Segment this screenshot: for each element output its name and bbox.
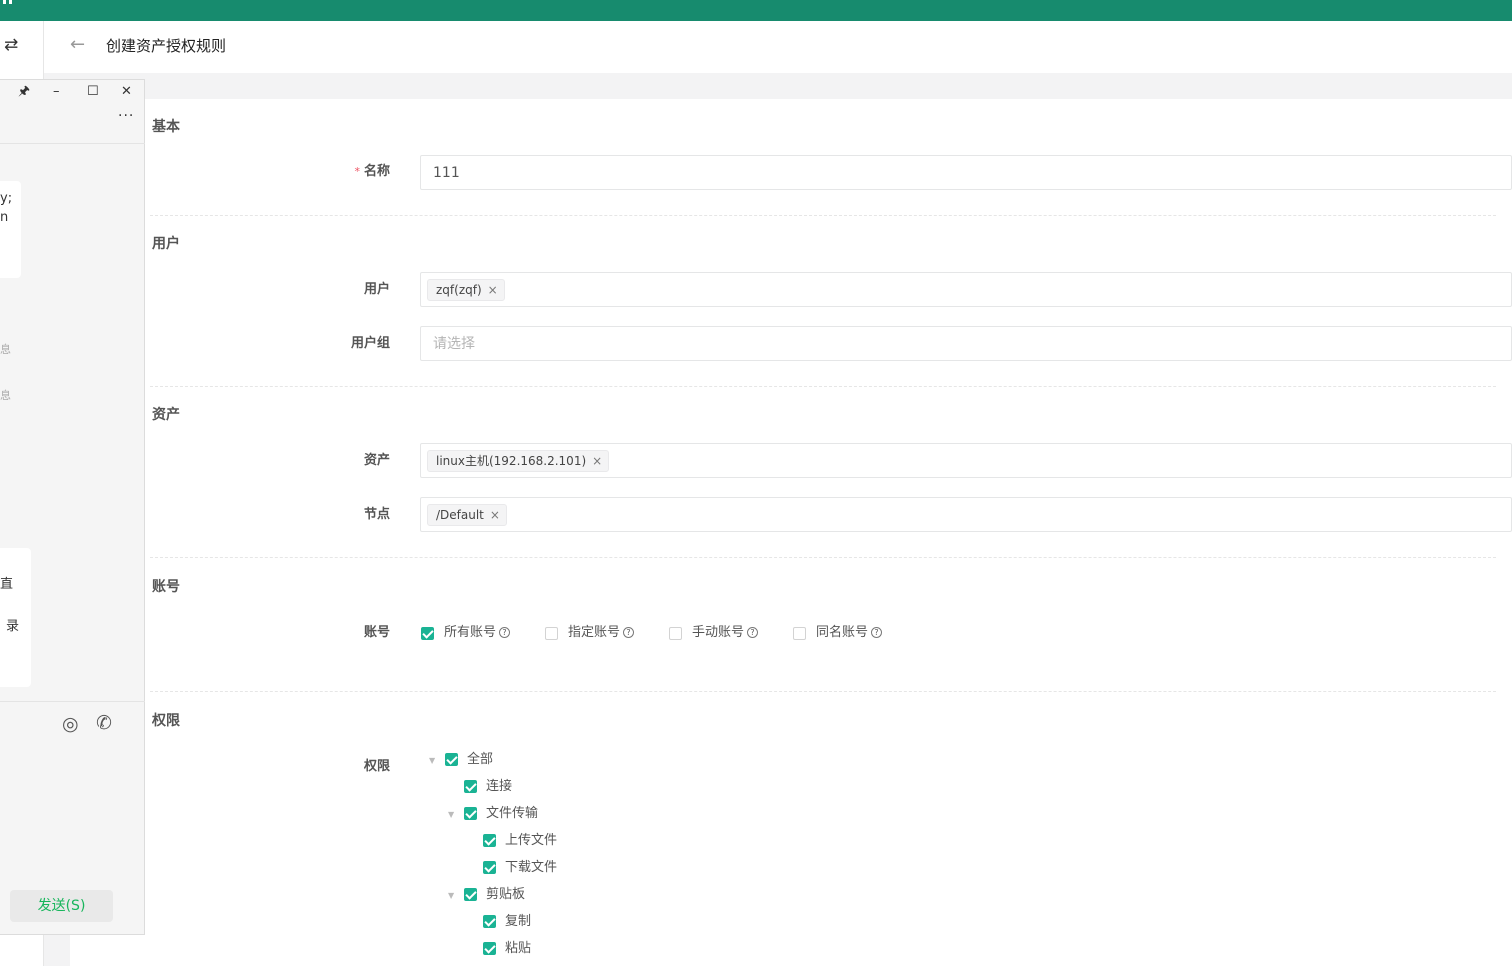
perm-paste-checkbox[interactable] [483,942,496,955]
help-circle-icon[interactable]: ? [499,627,511,638]
back-arrow-icon[interactable]: ← [70,33,85,57]
perm-clipboard-label: 剪贴板 [486,887,526,902]
all-accounts-checkbox[interactable] [421,627,434,640]
perm-download-label: 下载文件 [505,860,558,875]
perm-upload-checkbox[interactable] [483,834,496,847]
maximize-icon[interactable]: ☐ [87,84,99,100]
pin-icon[interactable]: 🖈 [18,84,30,100]
asset-tag-label: linux主机(192.168.2.101) [436,454,587,468]
node-tag-label: /Default [436,508,484,522]
perm-file-transfer-label: 文件传输 [486,806,539,821]
message-snippet: 息 [0,343,11,356]
expand-caret-icon[interactable]: ▼ [448,891,454,901]
node-tag: /Default × [427,504,507,526]
manual-accounts-checkbox[interactable] [669,627,682,640]
required-mark: * [354,165,360,178]
minimize-icon[interactable]: – [53,84,60,100]
name-input[interactable]: 111 [420,155,1512,190]
section-title-account: 账号 [152,579,180,595]
close-icon[interactable]: ✕ [121,84,132,100]
help-circle-icon[interactable]: ? [623,627,635,638]
user-groups-select[interactable]: 请选择 [420,326,1512,361]
perm-connect-label: 连接 [486,779,513,794]
section-title-basic: 基本 [152,119,180,135]
perm-upload-label: 上传文件 [505,833,558,848]
nodes-field-label: 节点 [363,507,390,522]
section-title-user: 用户 [152,236,180,252]
accounts-field-label: 账号 [363,625,390,640]
assets-field-label: 资产 [363,453,390,468]
user-tag: zqf(zqf) × [427,279,505,301]
user-groups-placeholder: 请选择 [433,336,475,352]
option-label: 同名账号 [816,625,869,640]
expand-caret-icon[interactable]: ▼ [429,756,435,766]
message-snippet: 息 [0,389,11,402]
form-card [70,99,1512,966]
page-title: 创建资产授权规则 [106,37,227,55]
user-groups-field-label: 用户组 [350,336,390,351]
perm-copy-label: 复制 [505,914,532,929]
message-snippet: y; [0,191,13,206]
user-tag-label: zqf(zqf) [436,283,482,297]
specified-accounts-option[interactable]: 指定账号? [568,624,635,642]
perm-file-transfer-checkbox[interactable] [464,807,477,820]
name-label-text: 名称 [363,164,390,179]
perm-copy-checkbox[interactable] [483,915,496,928]
perm-all-checkbox[interactable] [445,753,458,766]
swap-arrows-icon[interactable]: ⇄ [4,35,24,55]
expand-caret-icon[interactable]: ▼ [448,810,454,820]
same-name-accounts-checkbox[interactable] [793,627,806,640]
chat-window: 🖈 – ☐ ✕ ··· y; n 息 息 直 录 ◎ ✆ 发送(S) [0,79,145,935]
option-label: 所有账号 [444,625,497,640]
perm-connect-checkbox[interactable] [464,780,477,793]
section-divider [150,215,1496,216]
page-header: ← 创建资产授权规则 [44,21,1512,73]
tag-close-icon[interactable]: × [490,505,500,525]
section-title-permission: 权限 [152,713,180,729]
section-title-asset: 资产 [152,407,180,423]
help-circle-icon[interactable]: ? [747,627,759,638]
users-select[interactable]: zqf(zqf) × [420,272,1512,307]
tag-close-icon[interactable]: × [488,280,498,300]
all-accounts-option[interactable]: 所有账号? [444,624,511,642]
send-button[interactable]: 发送(S) [10,890,113,922]
manual-accounts-option[interactable]: 手动账号? [692,624,759,642]
perm-paste-label: 粘贴 [505,941,532,956]
chat-divider [0,143,145,144]
users-field-label: 用户 [363,282,390,297]
phone-call-icon[interactable]: ✆ [96,713,112,733]
same-name-accounts-option[interactable]: 同名账号? [816,624,883,642]
permissions-field-label: 权限 [363,759,390,774]
specified-accounts-checkbox[interactable] [545,627,558,640]
nodes-select[interactable]: /Default × [420,497,1512,532]
assets-select[interactable]: linux主机(192.168.2.101) × [420,443,1512,478]
section-divider [150,691,1496,692]
section-divider [150,386,1496,387]
name-field-label: * 名称 [270,162,390,182]
section-divider [150,557,1496,558]
tag-close-icon[interactable]: × [592,451,602,471]
message-snippet: 录 [6,619,20,634]
message-snippet: n [0,210,9,225]
asset-tag: linux主机(192.168.2.101) × [427,450,610,472]
chat-input-divider [0,701,145,702]
app-top-bar [0,0,1512,21]
message-snippet: 直 [0,577,14,592]
app-logo-icon [0,0,14,5]
option-label: 手动账号 [692,625,745,640]
option-label: 指定账号 [568,625,621,640]
more-options-icon[interactable]: ··· [118,109,134,123]
perm-all-label: 全部 [467,752,494,767]
help-circle-icon[interactable]: ? [871,627,883,638]
perm-clipboard-checkbox[interactable] [464,888,477,901]
perm-download-checkbox[interactable] [483,861,496,874]
camera-icon[interactable]: ◎ [62,714,79,734]
name-input-value: 111 [433,165,460,181]
